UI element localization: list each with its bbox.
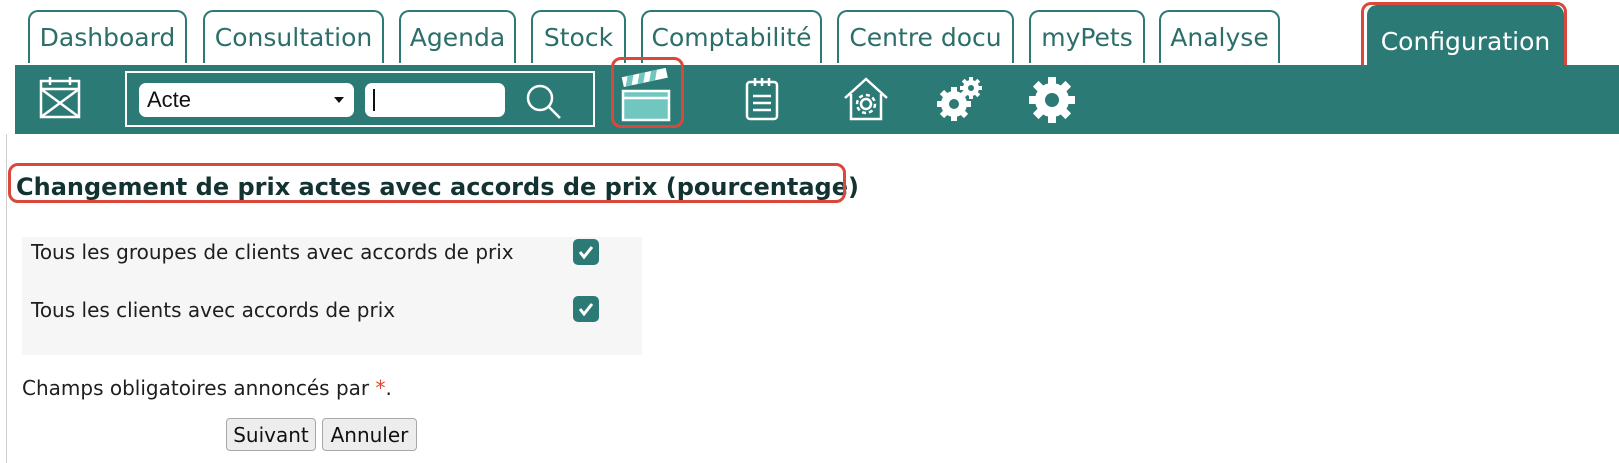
clapperboard-icon[interactable] (616, 66, 676, 126)
house-gear-icon[interactable] (840, 73, 892, 125)
required-note-text: Champs obligatoires annoncés par (22, 376, 376, 400)
tab-analyse[interactable]: Analyse (1159, 10, 1280, 63)
cancel-button[interactable]: Annuler (322, 418, 417, 451)
options-panel: Tous les groupes de clients avec accords… (22, 237, 642, 355)
required-star: * (375, 376, 386, 400)
gear-icon[interactable] (1024, 72, 1080, 128)
calendar-icon[interactable] (35, 73, 85, 123)
checkmark-icon (578, 246, 594, 260)
text-caret (373, 89, 375, 111)
toolbar: Acte (15, 65, 1619, 134)
tab-dashboard[interactable]: Dashboard (28, 10, 187, 63)
option-all-clients-checkbox[interactable] (573, 296, 599, 322)
tab-comptabilite[interactable]: Comptabilité (641, 10, 822, 63)
tab-consultation[interactable]: Consultation (203, 10, 384, 63)
gears-icon[interactable] (932, 72, 988, 128)
search-type-select[interactable]: Acte (139, 83, 354, 117)
option-all-client-groups-checkbox[interactable] (573, 239, 599, 265)
checkmark-icon (578, 303, 594, 317)
option-all-clients-label: Tous les clients avec accords de prix (31, 298, 396, 322)
tab-mypets[interactable]: myPets (1029, 10, 1145, 63)
clipboard-icon[interactable] (737, 74, 787, 124)
search-icon[interactable] (521, 79, 565, 123)
option-all-client-groups-label: Tous les groupes de clients avec accords… (31, 240, 514, 264)
search-box: Acte (125, 71, 595, 127)
tab-agenda[interactable]: Agenda (399, 10, 516, 63)
search-input[interactable] (365, 83, 505, 117)
tab-stock[interactable]: Stock (531, 10, 626, 63)
page-title: Changement de prix actes avec accords de… (16, 173, 859, 201)
next-button[interactable]: Suivant (226, 418, 316, 451)
content-border (6, 134, 7, 463)
chevron-down-icon (334, 97, 344, 103)
required-fields-note: Champs obligatoires annoncés par *. (22, 376, 392, 400)
search-type-value: Acte (147, 87, 192, 112)
tab-centre-docu[interactable]: Centre docu (837, 10, 1014, 63)
required-note-suffix: . (385, 376, 392, 400)
